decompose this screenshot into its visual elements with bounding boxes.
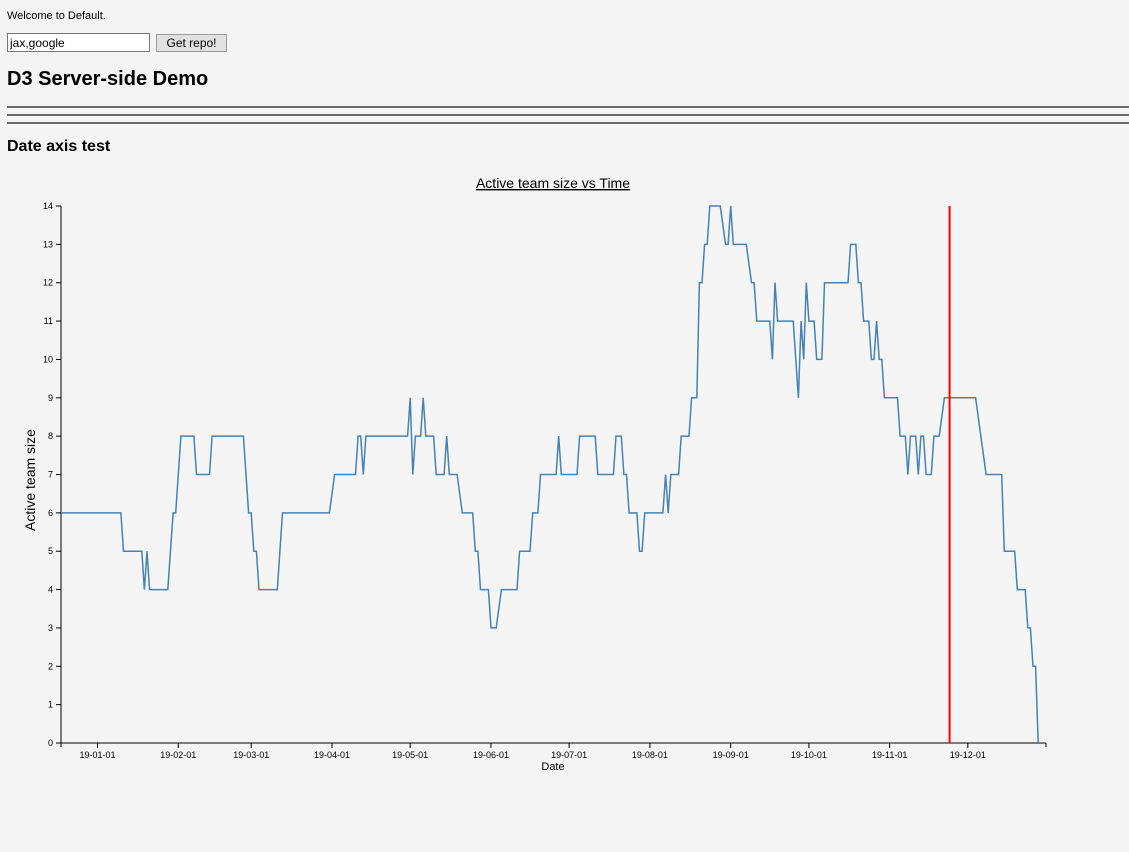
x-tick-label: 19-12-01: [950, 750, 986, 760]
divider-1: [7, 106, 1129, 108]
y-tick-label: 8: [48, 431, 53, 441]
series-line: [61, 205, 1039, 744]
y-tick-label: 13: [43, 239, 53, 249]
line-chart: Active team size vs Time 012345678910111…: [22, 175, 1047, 773]
x-tick-label: 19-01-01: [79, 750, 115, 760]
y-tick-label: 9: [48, 393, 53, 403]
y-tick-label: 12: [43, 278, 53, 288]
page-title: D3 Server-side Demo: [7, 68, 209, 90]
y-axis-label: Active team size: [22, 429, 38, 531]
welcome-text: Welcome to Default.: [7, 10, 106, 22]
section-title: Date axis test: [7, 138, 111, 155]
x-tick-label: 19-03-01: [233, 750, 269, 760]
y-tick-label: 11: [44, 316, 53, 326]
x-tick-label: 19-08-01: [632, 750, 668, 760]
divider-3: [7, 122, 1129, 124]
y-tick-label: 3: [48, 623, 53, 633]
chart-title: Active team size vs Time: [476, 175, 630, 191]
x-axis-label: Date: [541, 761, 564, 773]
y-tick-label: 1: [48, 700, 53, 710]
divider-2: [7, 114, 1129, 116]
x-tick-label: 19-07-01: [551, 750, 587, 760]
x-tick-label: 19-05-01: [392, 750, 428, 760]
y-axis: 01234567891011121314: [43, 201, 62, 748]
x-axis: 19-01-01 19-02-01 19-03-01 19-04-01 19-05-01…: [60, 742, 1047, 760]
y-tick-label: 5: [48, 546, 53, 556]
x-tick-label: 19-06-01: [473, 750, 509, 760]
y-tick-label: 4: [48, 585, 53, 595]
x-tick-label: 19-10-01: [791, 750, 827, 760]
get-repo-button[interactable]: Get repo!: [156, 34, 227, 52]
y-tick-label: 0: [48, 738, 53, 748]
y-tick-label: 7: [48, 470, 53, 480]
x-tick-label: 19-09-01: [713, 750, 749, 760]
y-tick-label: 2: [48, 661, 53, 671]
repo-input[interactable]: [7, 33, 150, 52]
x-tick-label: 19-11-01: [872, 750, 907, 760]
x-tick-label: 19-02-01: [160, 750, 196, 760]
y-tick-label: 14: [43, 201, 53, 211]
y-tick-label: 10: [43, 354, 53, 364]
x-tick-label: 19-04-01: [314, 750, 350, 760]
y-tick-label: 6: [48, 508, 53, 518]
